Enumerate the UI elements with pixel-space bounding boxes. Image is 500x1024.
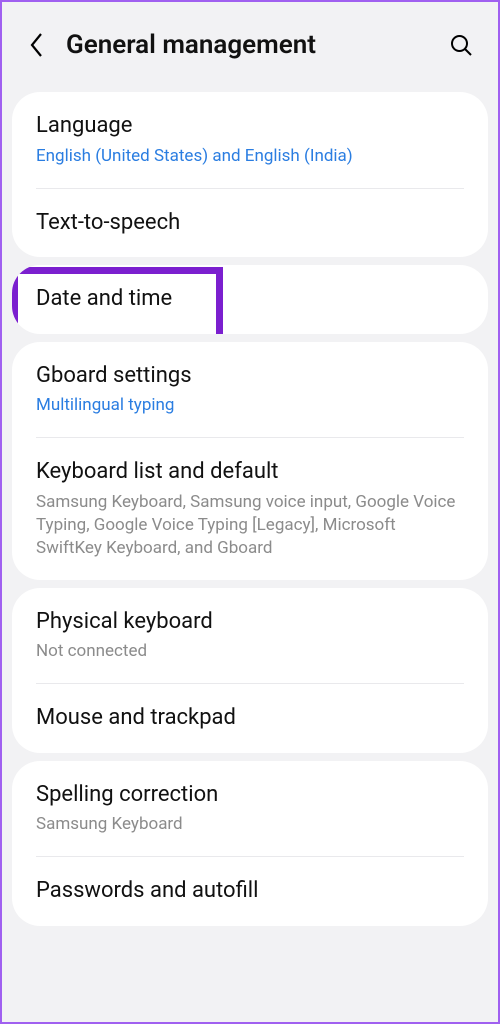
header: General management <box>2 2 498 84</box>
settings-card: Physical keyboard Not connected Mouse an… <box>12 588 488 753</box>
settings-card: Spelling correction Samsung Keyboard Pas… <box>12 761 488 926</box>
settings-card: Date and time <box>12 265 488 334</box>
row-language[interactable]: Language English (United States) and Eng… <box>12 92 488 188</box>
row-title: Text-to-speech <box>36 209 464 238</box>
row-title: Spelling correction <box>36 781 464 810</box>
page-title: General management <box>66 30 448 60</box>
row-keyboard-list[interactable]: Keyboard list and default Samsung Keyboa… <box>12 438 488 579</box>
row-title: Physical keyboard <box>36 608 464 637</box>
row-text-to-speech[interactable]: Text-to-speech <box>12 189 488 258</box>
row-title: Keyboard list and default <box>36 458 464 487</box>
settings-card: Gboard settings Multilingual typing Keyb… <box>12 342 488 580</box>
back-icon[interactable] <box>26 34 48 56</box>
row-title: Mouse and trackpad <box>36 704 464 733</box>
row-date-and-time[interactable]: Date and time <box>12 265 488 334</box>
row-title: Passwords and autofill <box>36 877 464 906</box>
row-gboard-settings[interactable]: Gboard settings Multilingual typing <box>12 342 488 438</box>
row-subtitle: Multilingual typing <box>36 394 464 417</box>
row-title: Date and time <box>36 285 464 314</box>
row-physical-keyboard[interactable]: Physical keyboard Not connected <box>12 588 488 684</box>
row-subtitle: Samsung Keyboard, Samsung voice input, G… <box>36 491 464 560</box>
row-title: Gboard settings <box>36 362 464 391</box>
search-icon[interactable] <box>448 32 474 58</box>
settings-card: Language English (United States) and Eng… <box>12 92 488 257</box>
row-subtitle: Samsung Keyboard <box>36 813 464 836</box>
row-passwords-autofill[interactable]: Passwords and autofill <box>12 857 488 926</box>
row-mouse-trackpad[interactable]: Mouse and trackpad <box>12 684 488 753</box>
row-subtitle: English (United States) and English (Ind… <box>36 145 464 168</box>
row-spelling-correction[interactable]: Spelling correction Samsung Keyboard <box>12 761 488 857</box>
row-subtitle: Not connected <box>36 640 464 663</box>
row-title: Language <box>36 112 464 141</box>
